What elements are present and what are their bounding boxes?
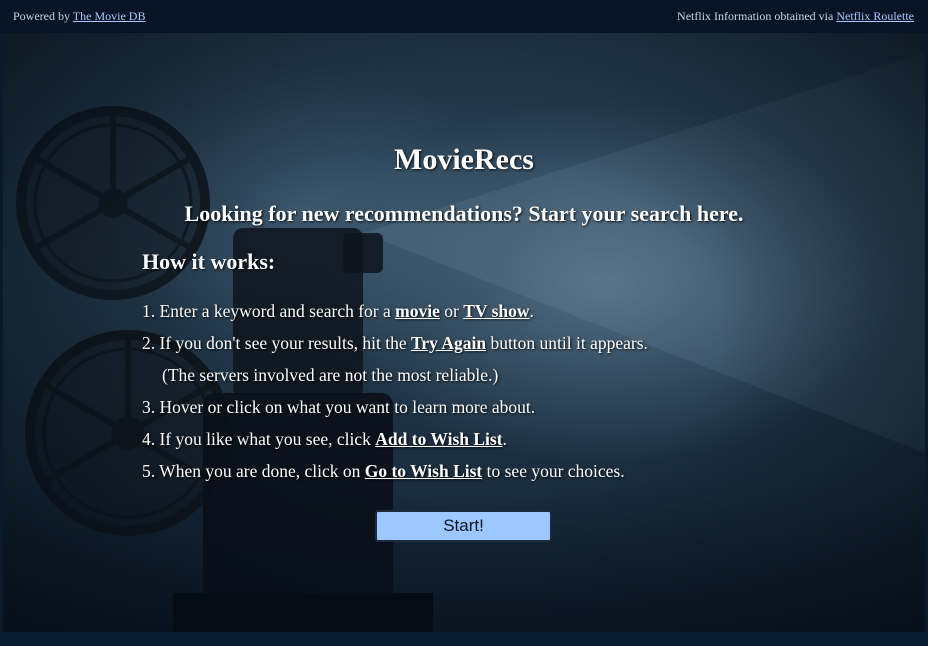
bottom-bar: [0, 632, 928, 646]
step-2-note: (The servers involved are not the most r…: [162, 365, 499, 385]
step-4-end: .: [502, 429, 507, 449]
movie-db-link[interactable]: The Movie DB: [73, 9, 146, 23]
step-1: 1. Enter a keyword and search for a movi…: [142, 295, 648, 327]
netflix-credit: Netflix Information obtained via Netflix…: [677, 9, 914, 24]
step-2-text: 2. If you don't see your results, hit th…: [142, 333, 412, 353]
step-4-text: 4. If you like what you see, click: [142, 429, 376, 449]
step-4: 4. If you like what you see, click Add t…: [142, 423, 648, 455]
page-subtitle: Looking for new recommendations? Start y…: [184, 201, 744, 226]
step-2-end: button until it appears.: [486, 333, 648, 353]
top-bar: Powered by The Movie DB Netflix Informat…: [0, 0, 928, 33]
netflix-roulette-link[interactable]: Netflix Roulette: [836, 9, 914, 23]
page-title: MovieRecs: [394, 143, 534, 176]
step-1-or: or: [439, 301, 464, 321]
step-1-text: 1. Enter a keyword and search for a: [142, 301, 396, 321]
step-2: 2. If you don't see your results, hit th…: [142, 327, 648, 359]
powered-by-label: Powered by: [13, 9, 70, 23]
step-5: 5. When you are done, click on Go to Wis…: [142, 455, 648, 487]
netflix-info-label: Netflix Information obtained via: [677, 9, 834, 23]
page: Powered by The Movie DB Netflix Informat…: [0, 0, 928, 646]
main-content: MovieRecs Looking for new recommendation…: [0, 33, 928, 632]
start-button[interactable]: Start!: [375, 510, 552, 542]
try-again-link[interactable]: Try Again: [411, 333, 486, 353]
step-5-end: to see your choices.: [482, 461, 625, 481]
go-to-wish-list-link[interactable]: Go to Wish List: [365, 461, 483, 481]
how-it-works-heading: How it works:: [142, 249, 276, 274]
step-5-text: 5. When you are done, click on: [142, 461, 365, 481]
steps-list: 1. Enter a keyword and search for a movi…: [142, 295, 648, 487]
movie-link[interactable]: movie: [395, 301, 440, 321]
step-3: 3. Hover or click on what you want to le…: [142, 397, 536, 417]
add-to-wish-list-link[interactable]: Add to Wish List: [375, 429, 502, 449]
powered-by-credit: Powered by The Movie DB: [13, 9, 145, 24]
step-1-end: .: [529, 301, 534, 321]
tv-show-link[interactable]: TV show: [463, 301, 529, 321]
